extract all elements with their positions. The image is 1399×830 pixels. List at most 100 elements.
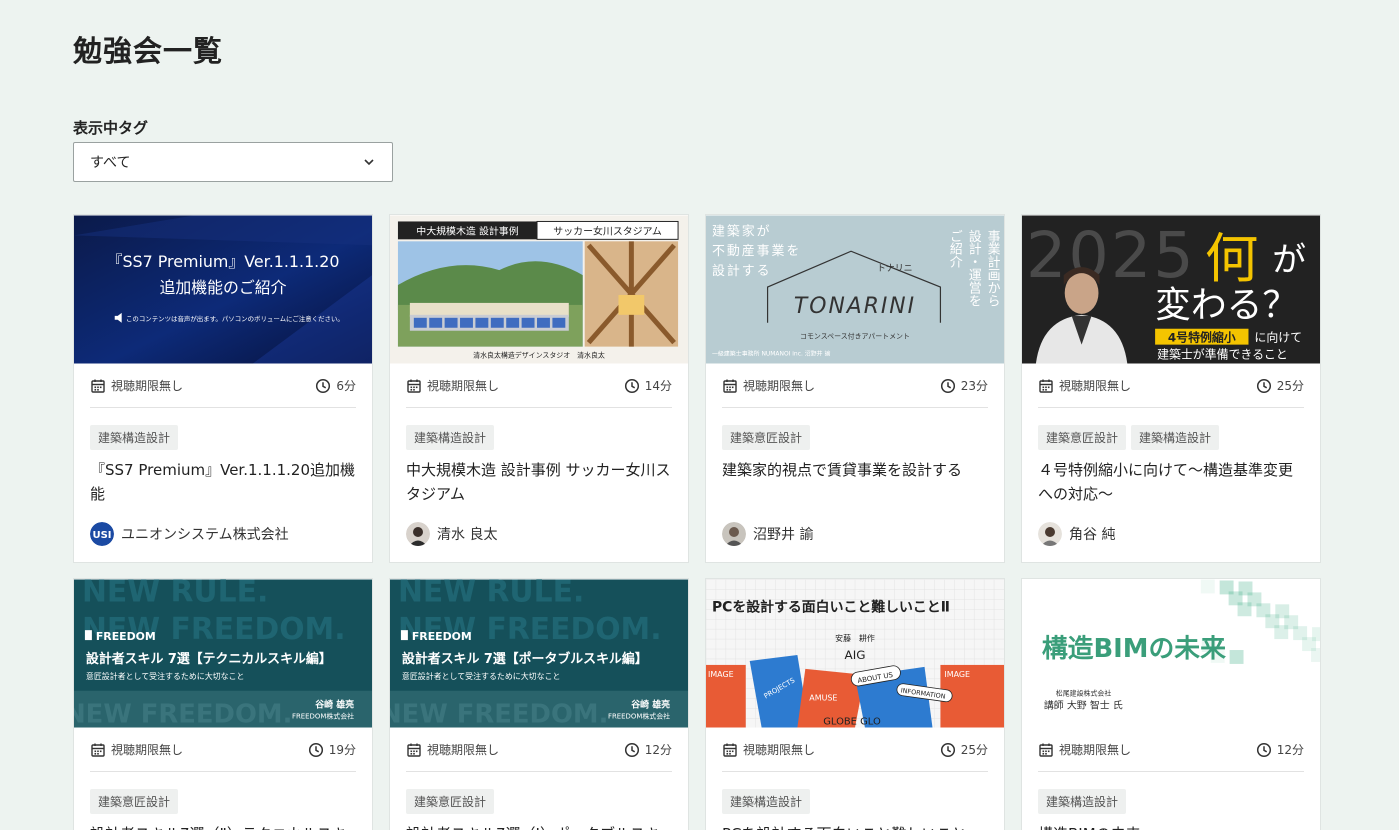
study-session-card[interactable]: NEW RULE. NEW FREEDOM. NEW FREEDOM. FREE… [73,578,373,830]
thumb-text: 変わる？ [1155,285,1298,326]
thumb-text: FREEDOM株式会社 [292,712,354,721]
card-meta: 視聴期限無し 19分 [90,728,356,772]
calendar-icon [407,379,421,393]
thumb-text: IMAGE [944,670,970,679]
tag-filter-select[interactable]: すべて [73,142,393,182]
card-meta: 視聴期限無し 14分 [406,364,672,408]
card-meta: 視聴期限無し 6分 [90,364,356,408]
study-session-card[interactable]: 中大規模木造 設計事例 サッカー女川スタジアム 清水良太構造デザインスタジオ 清… [389,214,689,563]
thumb-text: 2025 [1026,218,1196,292]
tag-badge[interactable]: 建築構造設計 [1038,789,1127,814]
avatar [722,522,746,546]
thumb-text: 設計者スキル 7選【テクニカルスキル編】 [86,651,332,667]
viewing-period: 視聴期限無し [1059,379,1132,393]
thumbnail-image: 建築家が 不動産事業を 設計する TONARINI トナリニ コモンスペース付き… [706,215,1004,364]
thumb-text: 講師 大野 智士 氏 [1044,699,1123,712]
study-session-card[interactable]: 構造BIMの未来 松尾建設株式会社 講師 大野 智士 氏 視聴期限無し 12分 … [1021,578,1321,830]
clock-icon [308,742,323,757]
clock-icon [1256,742,1271,757]
thumb-text: ご紹介 [947,229,962,268]
card-thumbnail[interactable]: PCを設計する面白いこと難しいことⅡ 安藤 耕作 AIG IMAGE AMUSE… [706,579,1004,728]
thumb-text: に向けて [1254,331,1302,345]
card-thumbnail[interactable]: 『SS7 Premium』Ver.1.1.1.20 追加機能のご紹介 このコンテ… [74,215,372,364]
duration: 6分 [336,379,356,393]
duration: 23分 [960,379,988,393]
card-tags: 建築構造設計 [90,425,356,450]
study-session-card[interactable]: PCを設計する面白いこと難しいことⅡ 安藤 耕作 AIG IMAGE AMUSE… [705,578,1005,830]
freedom-logo-icon [400,630,408,641]
duration: 25分 [960,743,988,757]
viewing-period: 視聴期限無し [1059,743,1132,757]
tag-filter-label: 表示中タグ [73,119,149,137]
card-title[interactable]: 中大規模木造 設計事例 サッカー女川スタジアム [406,458,672,506]
card-title[interactable]: 設計者スキル7選（Ⅱ）テクニカルスキル編 [90,822,356,830]
freedom-logo-icon [84,630,92,641]
thumb-text: GLOBE GLO [823,717,881,728]
thumb-text: トナリニ [877,263,913,274]
author-name: 角谷 純 [1069,527,1116,543]
card-title[interactable]: PCを設計する面白いこと難しいこと [722,822,988,830]
calendar-icon [1039,379,1053,393]
thumb-text: IMAGE [708,670,734,679]
study-session-card[interactable]: 建築家が 不動産事業を 設計する TONARINI トナリニ コモンスペース付き… [705,214,1005,563]
card-thumbnail[interactable]: 2025 何 が 変わる？ 4号特例縮小 に向けて 建築士が準備できること [1022,215,1320,364]
thumb-text: 意匠設計者として受注するために大切なこと [86,671,245,681]
chevron-down-icon [364,159,374,166]
card-title[interactable]: 構造BIMの未来 [1038,822,1304,830]
card-thumbnail[interactable]: 中大規模木造 設計事例 サッカー女川スタジアム 清水良太構造デザインスタジオ 清… [390,215,688,364]
duration: 12分 [1276,743,1304,757]
card-author: 清水 良太 [406,522,672,546]
card-author: USI ユニオンシステム株式会社 [90,522,356,546]
thumbnail-image: 構造BIMの未来 松尾建設株式会社 講師 大野 智士 氏 [1022,579,1320,728]
tag-badge[interactable]: 建築構造設計 [90,425,179,450]
clock-icon [940,742,955,757]
author-name: 沼野井 諭 [753,527,814,543]
tag-badge[interactable]: 建築構造設計 [722,789,811,814]
thumb-text: NEW RULE. [398,579,584,609]
thumb-text: 中大規模木造 設計事例 [416,224,518,237]
thumb-text: PCを設計する面白いこと難しいことⅡ [712,598,950,615]
card-title[interactable]: ４号特例縮小に向けて～構造基準変更への対応～ [1038,458,1304,506]
thumb-text: TONARINI [794,294,916,319]
card-thumbnail[interactable]: NEW RULE. NEW FREEDOM. NEW FREEDOM. FREE… [390,579,688,728]
study-session-card[interactable]: 『SS7 Premium』Ver.1.1.1.20 追加機能のご紹介 このコンテ… [73,214,373,563]
clock-icon [624,378,639,393]
study-session-card[interactable]: 2025 何 が 変わる？ 4号特例縮小 に向けて 建築士が準備できること 視聴… [1021,214,1321,563]
duration: 19分 [328,743,356,757]
thumb-text: このコンテンツは音声が出ます。パソコンのボリュームにご注意ください。 [126,314,344,323]
author-name: 清水 良太 [437,527,498,543]
card-title[interactable]: 設計者スキル7選（Ⅰ）ポータブルスキル編 [406,822,672,830]
viewing-period: 視聴期限無し [427,743,500,757]
card-thumbnail[interactable]: NEW RULE. NEW FREEDOM. NEW FREEDOM. FREE… [74,579,372,728]
card-tags: 建築構造設計 [1038,789,1304,814]
thumb-text: 設計する [712,263,772,279]
thumb-text: 何 [1205,227,1259,290]
thumb-text: 一級建築士事務所 NUMANOI inc. 沼野井 諭 [712,350,831,358]
card-meta: 視聴期限無し 12分 [1038,728,1304,772]
thumb-text: NEW FREEDOM. [74,700,292,728]
thumb-text: 意匠設計者として受注するために大切なこと [402,671,561,681]
tag-badge[interactable]: 建築意匠設計 [406,789,495,814]
thumb-text: FREEDOM [412,630,472,643]
card-title[interactable]: 『SS7 Premium』Ver.1.1.1.20追加機能 [90,458,356,506]
card-meta: 視聴期限無し 23分 [722,364,988,408]
tag-badge[interactable]: 建築構造設計 [406,425,495,450]
card-thumbnail[interactable]: 建築家が 不動産事業を 設計する TONARINI トナリニ コモンスペース付き… [706,215,1004,364]
card-tags: 建築意匠設計 [406,789,672,814]
card-author: 沼野井 諭 [722,522,988,546]
study-session-card[interactable]: NEW RULE. NEW FREEDOM. NEW FREEDOM. FREE… [389,578,689,830]
thumb-text: 設計者スキル 7選【ポータブルスキル編】 [402,651,648,667]
card-meta: 視聴期限無し 12分 [406,728,672,772]
card-title[interactable]: 建築家的視点で賃貸事業を設計する [722,458,988,506]
card-thumbnail[interactable]: 構造BIMの未来 松尾建設株式会社 講師 大野 智士 氏 [1022,579,1320,728]
thumbnail-image: 中大規模木造 設計事例 サッカー女川スタジアム 清水良太構造デザインスタジオ 清… [390,215,688,364]
tag-badge[interactable]: 建築構造設計 [1131,425,1220,450]
calendar-icon [407,743,421,757]
tag-badge[interactable]: 建築意匠設計 [722,425,811,450]
thumb-text: 安藤 耕作 [835,633,875,643]
tag-badge[interactable]: 建築意匠設計 [1038,425,1127,450]
thumb-text: 建築家が [712,223,772,239]
thumb-text: 事業計画から [985,229,1000,307]
tag-badge[interactable]: 建築意匠設計 [90,789,179,814]
card-meta: 視聴期限無し 25分 [1038,364,1304,408]
